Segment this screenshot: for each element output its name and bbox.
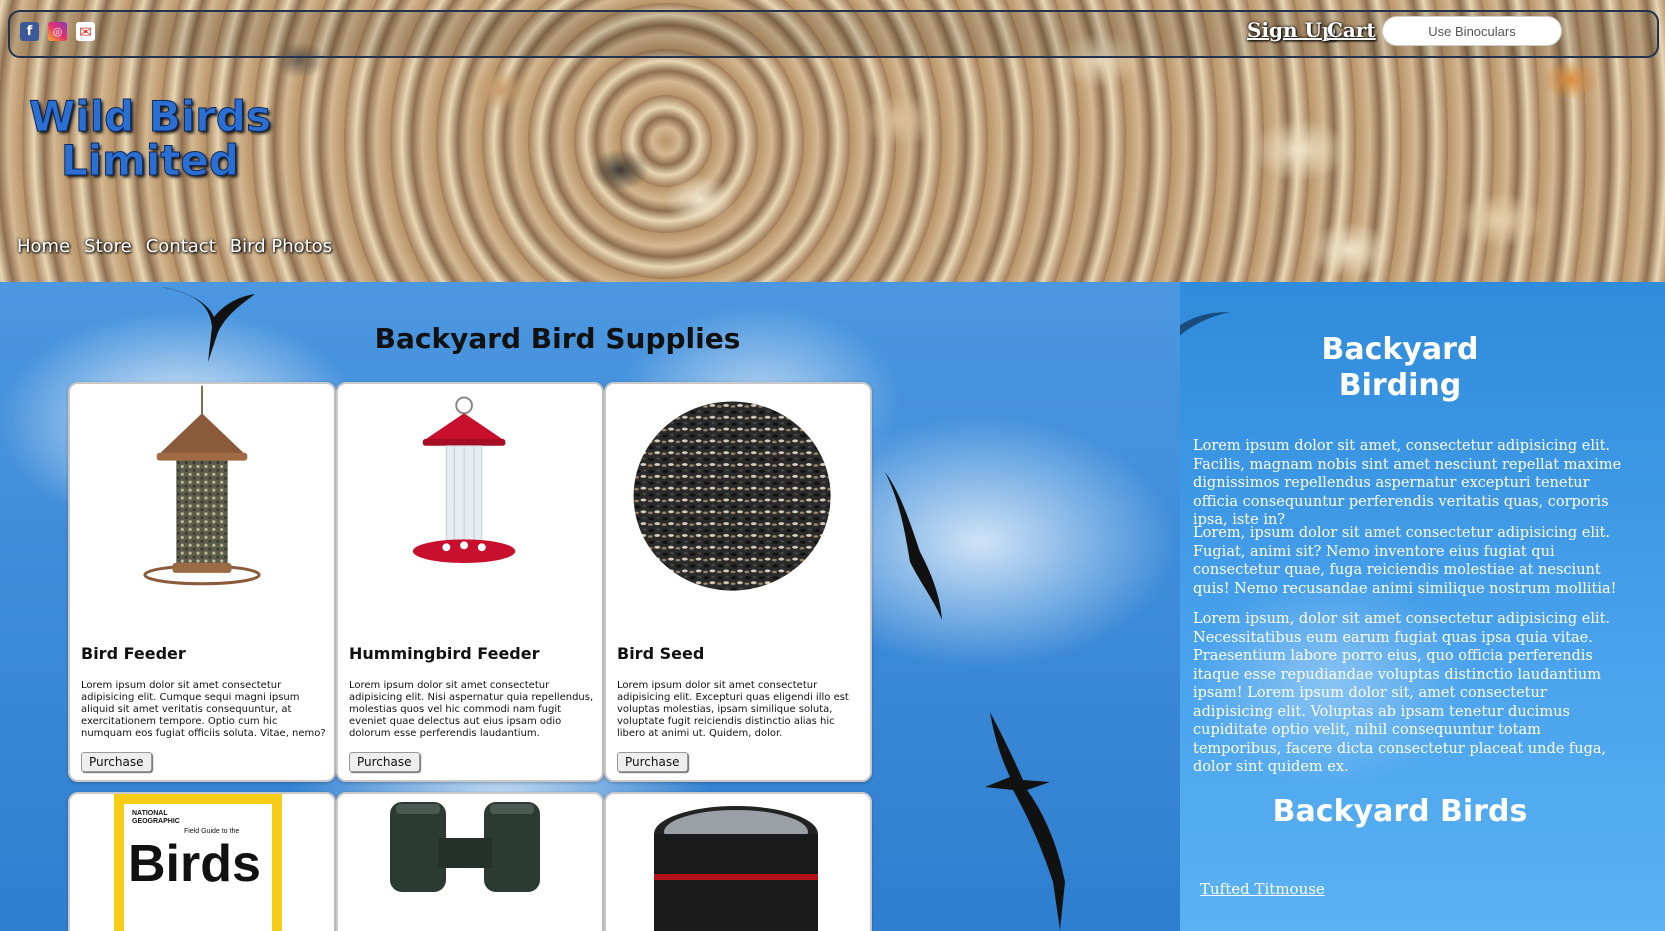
product-card: Bird Seed Lorem ipsum dolor sit amet con…	[604, 382, 872, 782]
sidebar-paragraph: Lorem ipsum dolor sit amet, consectetur …	[1193, 438, 1622, 528]
instagram-icon[interactable]: ◎	[48, 22, 67, 41]
cart-link[interactable]: Cart	[1327, 18, 1376, 42]
product-name: Bird Seed	[617, 644, 705, 663]
product-card: Bird Feeder Lorem ipsum dolor sit amet c…	[68, 382, 336, 782]
purchase-button[interactable]: Purchase	[349, 752, 420, 772]
product-card: NATIONAL GEOGRAPHIC Field Guide to the B…	[68, 792, 336, 931]
product-description: Lorem ipsum dolor sit amet consectetur a…	[349, 680, 594, 739]
sidebar: Backyard Birding Lorem ipsum dolor sit a…	[1180, 282, 1665, 931]
binoculars-image	[390, 802, 540, 892]
backyard-birds-heading: Backyard Birds	[1272, 794, 1528, 829]
nav-bird-photos[interactable]: Bird Photos	[230, 236, 332, 257]
hummingbird-feeder-image	[412, 396, 516, 564]
mail-icon[interactable]: ✉	[76, 22, 95, 41]
bird-silhouette-image	[985, 712, 1065, 930]
signup-link[interactable]: Sign Up	[1247, 18, 1336, 42]
bird-link-tufted-titmouse[interactable]: Tufted Titmouse	[1200, 880, 1325, 898]
sidebar-paragraph: Lorem ipsum, dolor sit amet consectetur …	[1193, 611, 1611, 775]
field-guide-book-image: NATIONAL GEOGRAPHIC Field Guide to the B…	[114, 794, 282, 931]
purchase-button[interactable]: Purchase	[81, 752, 152, 772]
product-description: Lorem ipsum dolor sit amet consectetur a…	[81, 680, 326, 739]
product-canister-image	[654, 806, 818, 931]
nav-home[interactable]: Home	[17, 236, 70, 257]
site-header: f ◎ ✉ Sign Up Cart Use Binoculars Wild B…	[0, 0, 1665, 284]
purchase-button[interactable]: Purchase	[617, 752, 688, 772]
search-input[interactable]: Use Binoculars	[1382, 16, 1562, 46]
bird-silhouette-image	[885, 472, 942, 620]
book-publisher: NATIONAL GEOGRAPHIC	[132, 810, 180, 825]
product-description: Lorem ipsum dolor sit amet consectetur a…	[617, 680, 849, 739]
product-card	[336, 792, 604, 931]
product-name: Bird Feeder	[81, 644, 186, 663]
product-name: Hummingbird Feeder	[349, 644, 540, 663]
bird-seed-image	[633, 401, 831, 591]
product-card: Hummingbird Feeder Lorem ipsum dolor sit…	[336, 382, 604, 782]
main-content: Backyard Bird Supplies Bird Feeder Lorem…	[0, 282, 1180, 931]
book-title: Birds	[128, 835, 261, 893]
sidebar-title-line2: Birding	[1338, 368, 1462, 403]
section-title: Backyard Bird Supplies	[374, 322, 741, 355]
bird-feeder-image	[143, 385, 261, 586]
sidebar-paragraph: Lorem, ipsum dolor sit amet consectetur …	[1193, 525, 1617, 597]
nav-store[interactable]: Store	[84, 236, 132, 257]
product-card	[604, 792, 872, 931]
facebook-icon[interactable]: f	[20, 22, 39, 41]
nav-contact[interactable]: Contact	[146, 236, 216, 257]
main-nav: Home Store Contact Bird Photos	[17, 236, 332, 257]
sidebar-title: Backyard Birding	[1180, 332, 1620, 404]
sidebar-title-line1: Backyard	[1321, 332, 1479, 367]
brand-logo-title[interactable]: Wild Birds Limited	[20, 94, 280, 183]
